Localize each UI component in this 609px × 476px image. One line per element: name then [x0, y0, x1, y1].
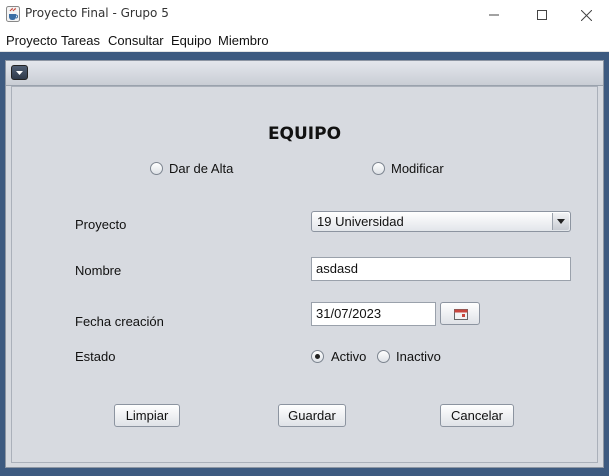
radio-activo-label: Activo — [331, 349, 367, 364]
fecha-creacion-label: Fecha creación — [75, 314, 164, 329]
frame-menu-button[interactable] — [11, 65, 28, 80]
guardar-button[interactable]: Guardar — [278, 404, 346, 427]
maximize-icon — [537, 10, 547, 20]
window-title: Proyecto Final - Grupo 5 — [25, 6, 169, 20]
nombre-input[interactable]: asdasd — [311, 257, 571, 281]
java-coffee-icon — [6, 6, 20, 22]
desktop-pane: EQUIPO Dar de Alta Modificar Proyecto 19… — [0, 52, 609, 476]
date-picker-button[interactable] — [440, 302, 480, 325]
menu-tareas[interactable]: Tareas — [61, 33, 100, 48]
menu-consultar[interactable]: Consultar — [108, 33, 164, 48]
radio-dar-de-alta[interactable] — [150, 162, 163, 175]
form-heading: EQUIPO — [267, 124, 342, 144]
radio-inactivo[interactable] — [377, 350, 390, 363]
close-icon — [580, 9, 592, 21]
menu-miembro[interactable]: Miembro — [218, 33, 269, 48]
minimize-icon — [489, 14, 499, 16]
menu-equipo[interactable]: Equipo — [171, 33, 211, 48]
calendar-icon — [454, 309, 468, 320]
estado-label: Estado — [75, 349, 116, 364]
radio-inactivo-label: Inactivo — [396, 349, 441, 364]
radio-dar-de-alta-label: Dar de Alta — [169, 161, 234, 176]
cancelar-button[interactable]: Cancelar — [440, 404, 514, 427]
equipo-form: EQUIPO Dar de Alta Modificar Proyecto 19… — [11, 86, 598, 463]
menu-proyecto[interactable]: Proyecto — [6, 33, 57, 48]
chevron-down-icon — [16, 71, 23, 75]
select-arrow[interactable] — [552, 213, 569, 230]
radio-modificar-label: Modificar — [391, 161, 444, 176]
window-title-bar: Proyecto Final - Grupo 5 — [0, 0, 609, 30]
minimize-button[interactable] — [471, 0, 517, 30]
internal-frame-title-bar — [6, 61, 603, 86]
fecha-creacion-input[interactable]: 31/07/2023 — [311, 302, 436, 326]
limpiar-button[interactable]: Limpiar — [114, 404, 180, 427]
radio-activo[interactable] — [311, 350, 324, 363]
proyecto-select[interactable]: 19 Universidad — [311, 211, 571, 232]
proyecto-select-value: 19 Universidad — [317, 214, 404, 229]
menu-bar: Proyecto Tareas Consultar Equipo Miembro — [0, 30, 609, 52]
maximize-button[interactable] — [519, 0, 565, 30]
close-button[interactable] — [563, 0, 609, 30]
proyecto-label: Proyecto — [75, 217, 127, 232]
triangle-down-icon — [557, 219, 565, 224]
internal-frame: EQUIPO Dar de Alta Modificar Proyecto 19… — [5, 60, 604, 468]
radio-modificar[interactable] — [372, 162, 385, 175]
nombre-label: Nombre — [75, 263, 122, 278]
